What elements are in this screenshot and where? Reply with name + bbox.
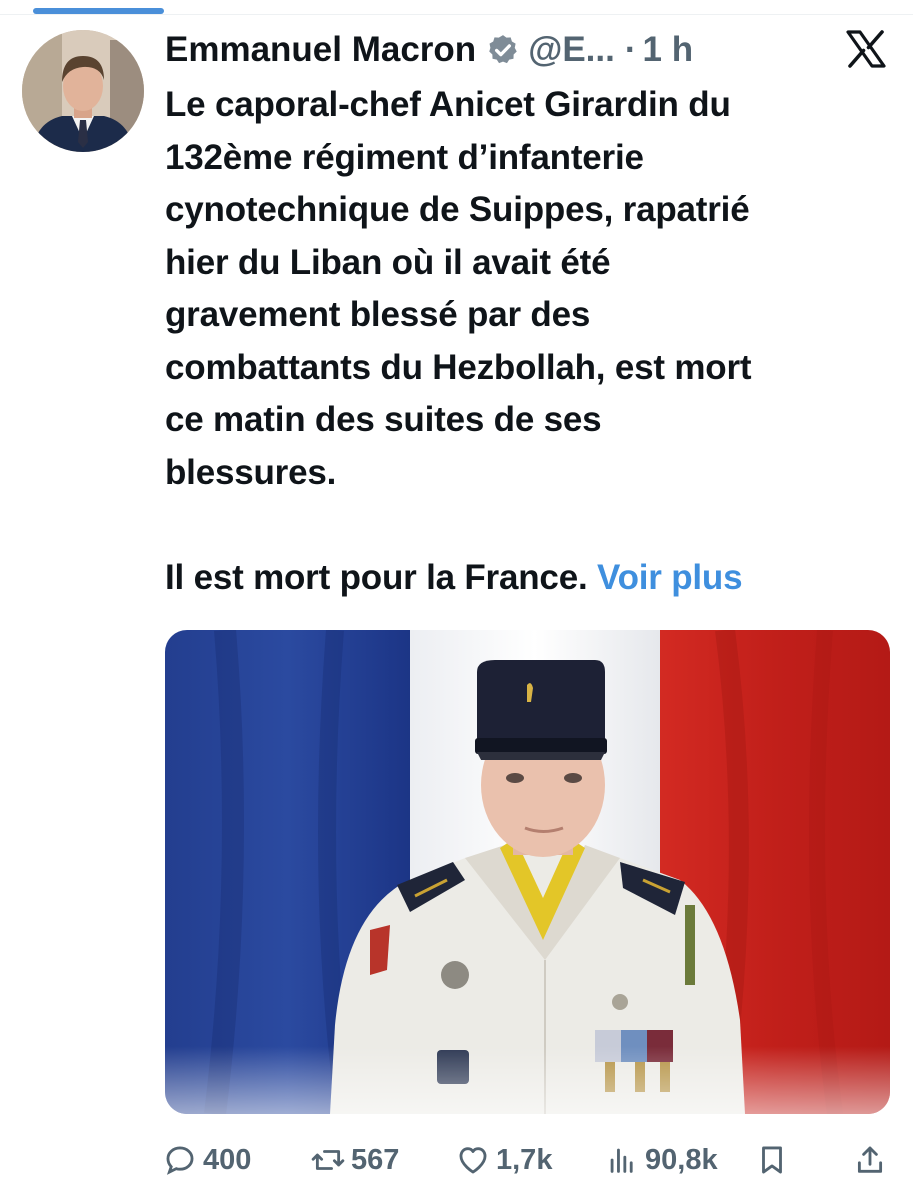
separator-dot: · [624, 30, 637, 69]
tweet-text-line: blessures. [165, 452, 337, 492]
repost-button[interactable]: 567 [311, 1138, 399, 1182]
tweet-page: Emmanuel Macron @E... · 1 h Le caporal-c… [0, 0, 913, 1199]
tweet-text-line: 132ème régiment d’infanterie [165, 137, 644, 177]
views-chart-icon [610, 1148, 633, 1173]
tweet-media-image[interactable] [165, 630, 890, 1114]
views-count: 90,8k [645, 1143, 718, 1176]
x-logo-icon [846, 30, 886, 68]
heart-icon [459, 1147, 487, 1174]
tweet-text-line: cynotechnique de Suippes, rapatrié [165, 190, 750, 229]
tweet-text-line: gravement blessé par des [165, 295, 591, 334]
author-handle[interactable]: @E... [528, 26, 615, 74]
avatar[interactable] [22, 30, 144, 152]
share-icon [857, 1146, 883, 1173]
bookmark-button[interactable] [755, 1138, 789, 1182]
tweet-header: Emmanuel Macron @E... · 1 h [165, 26, 693, 74]
repost-count: 567 [351, 1143, 400, 1176]
author-name[interactable]: Emmanuel Macron [165, 26, 476, 74]
views-button[interactable]: 90,8k [605, 1138, 718, 1182]
reply-button[interactable]: 400 [163, 1138, 251, 1182]
tweet-text-line: ce matin des suites de ses [165, 400, 602, 439]
voir-plus-link[interactable]: Voir plus [597, 558, 743, 597]
like-count: 1,7k [496, 1143, 553, 1176]
bookmark-icon [762, 1146, 782, 1174]
share-button[interactable] [853, 1138, 887, 1182]
like-button[interactable]: 1,7k [456, 1138, 552, 1182]
reply-icon [166, 1146, 194, 1175]
tweet-actions: 400 567 1,7k 90,8k [163, 1138, 893, 1182]
repost-icon [311, 1150, 345, 1170]
tweet-text-last: Il est mort pour la France. [165, 557, 588, 597]
tweet-text-line: Le caporal-chef Anicet Girardin du [165, 85, 731, 124]
tweet-text-line: hier du Liban où il avait été [165, 242, 611, 282]
tweet-text-final-line: Il est mort pour la France. Voir plus [165, 552, 900, 605]
tweet-timestamp[interactable]: 1 h [643, 26, 694, 74]
verified-badge-icon [486, 33, 520, 67]
tweet-text: Le caporal-chef Anicet Girardin du 132èm… [165, 79, 900, 604]
tweet-text-line: combattants du Hezbollah, est mort [165, 347, 752, 387]
reply-count: 400 [203, 1143, 252, 1176]
divider [0, 14, 913, 15]
